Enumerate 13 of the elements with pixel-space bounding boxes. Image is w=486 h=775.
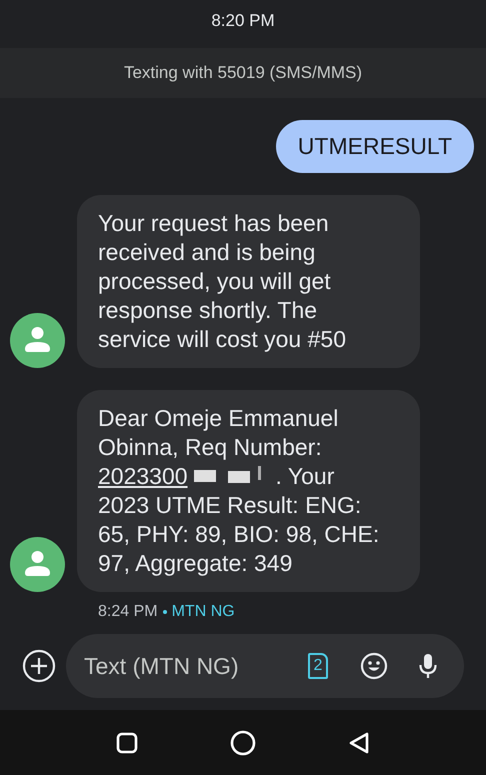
sim-selector[interactable]: 2	[308, 653, 328, 679]
message-text: Dear Omeje Emmanuel Obinna, Req Number: 2023300 . Your 2023 UTME Result: ENG: 65, PHY: 89, BIO: 98, CHE: 97, Aggregate: 349	[98, 404, 380, 578]
number-link[interactable]: 2023300	[98, 463, 188, 489]
received-message-bubble[interactable]: Dear Omeje Emmanuel Obinna, Req Number: 2023300 . Your 2023 UTME Result: ENG: 65, PHY: 89, BIO: 98, CHE: 97, Aggregate: 349	[77, 390, 420, 592]
carrier-label: MTN NG	[172, 602, 235, 622]
message-time: 8:24 PM	[98, 602, 158, 622]
sent-message-bubble[interactable]: UTMERESULT	[276, 120, 474, 173]
received-message-bubble[interactable]: Your request has been received and is being processed, you will get response shortly. The service will cost you #50	[77, 195, 420, 368]
status-time: 8:20 PM	[211, 10, 275, 32]
message-input[interactable]: Text (MTN NG) 2	[66, 634, 464, 698]
conversation-banner: Texting with 55019 (SMS/MMS)	[0, 48, 486, 98]
message-text: UTMERESULT	[298, 132, 452, 161]
message-text: Your request has been received and is being processed, you will get response shortly. The service will cost you #50	[98, 209, 347, 354]
